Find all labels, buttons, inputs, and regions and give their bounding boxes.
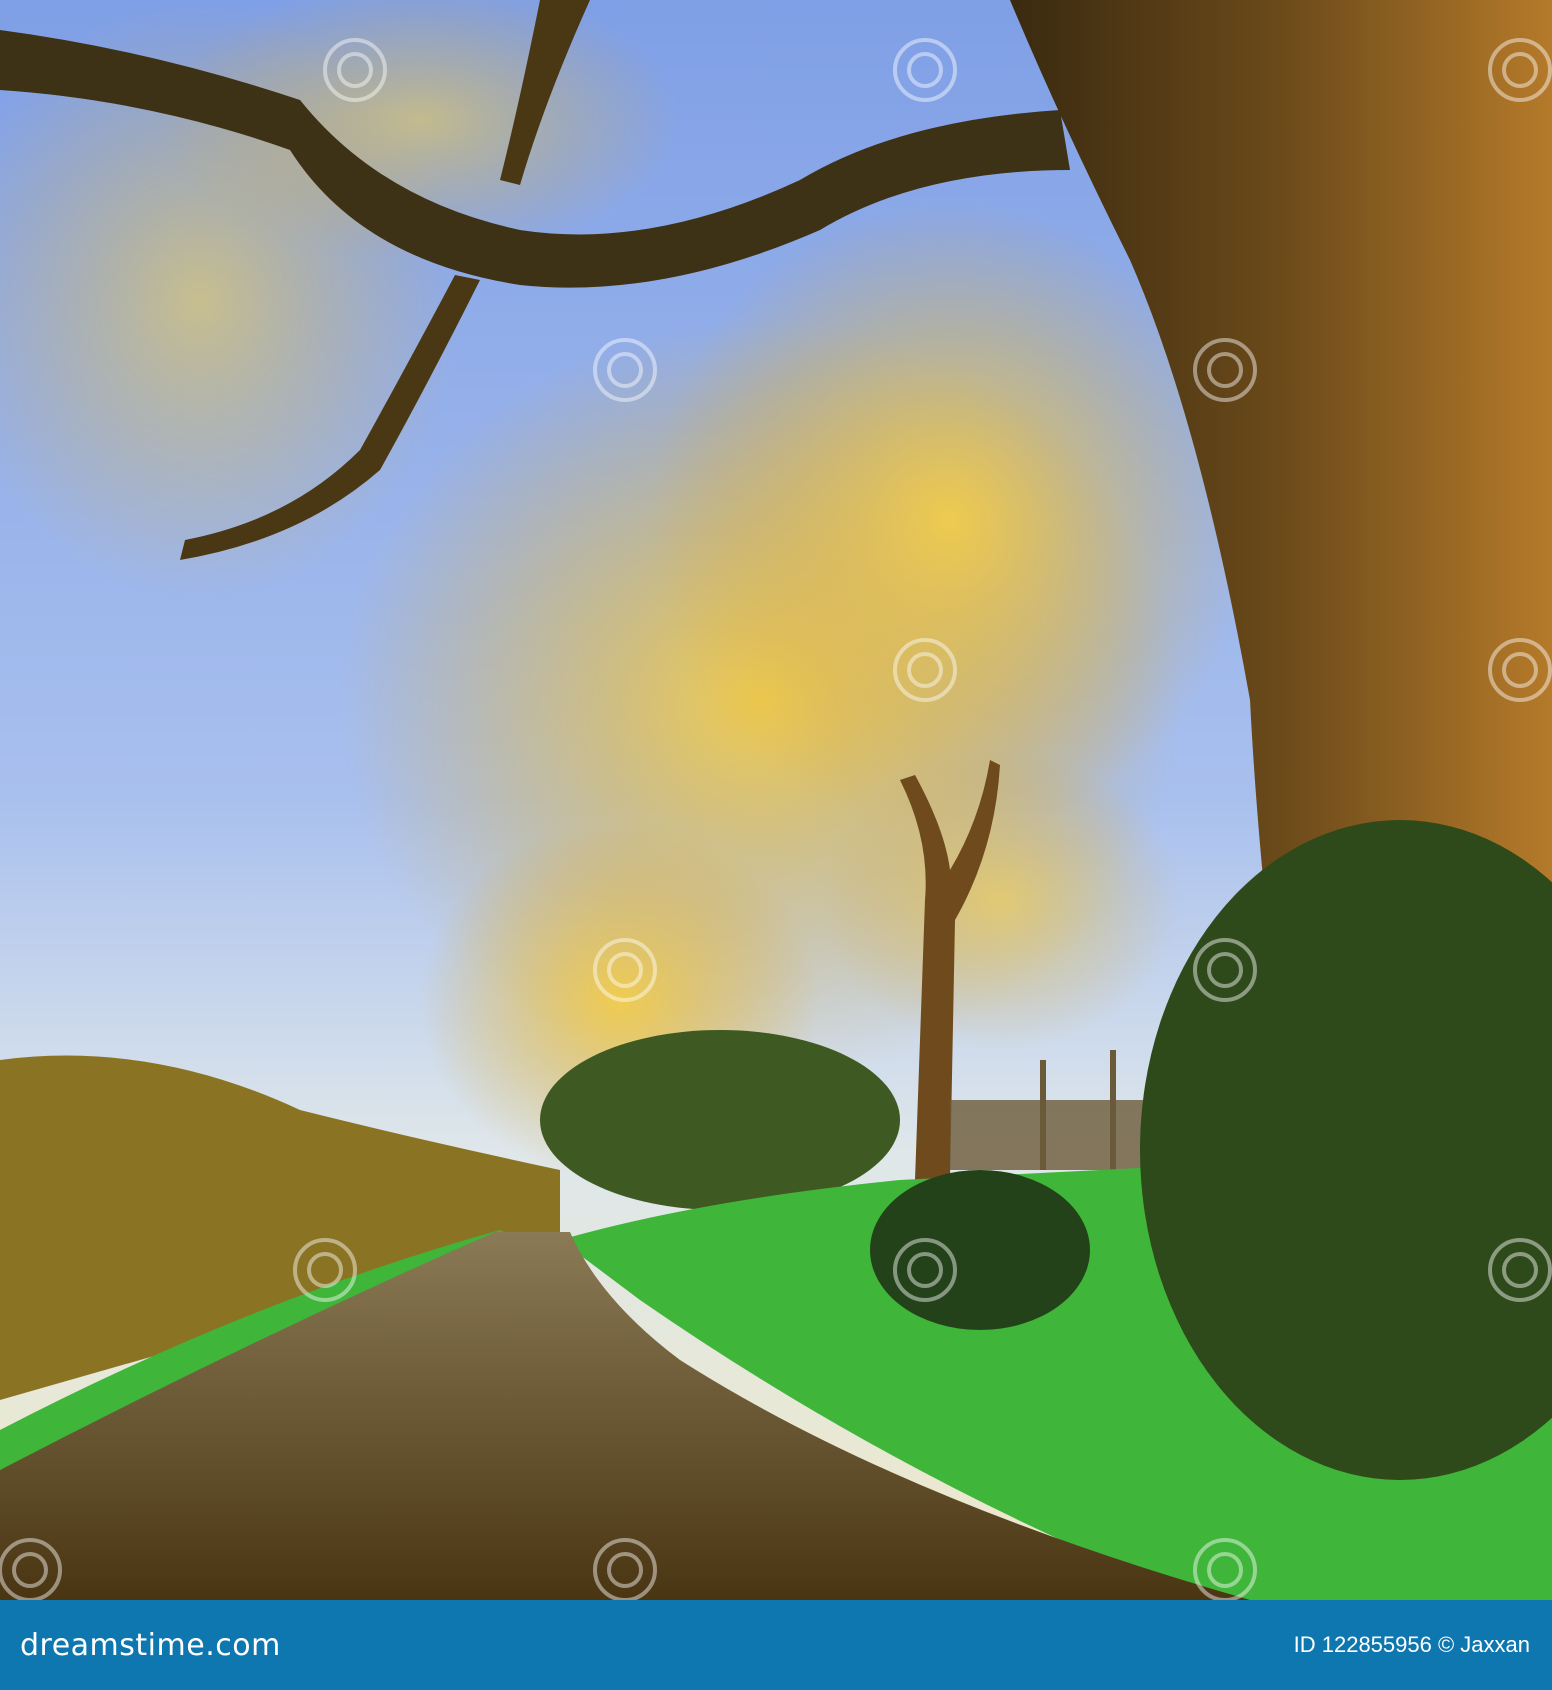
footer-bar: dreamstime.com ID 122855956 © Jaxxan: [0, 1600, 1552, 1690]
image-credit: ID 122855956 © Jaxxan: [1293, 1632, 1530, 1657]
landscape-photo: [0, 0, 1552, 1600]
dreamstime-logo[interactable]: dreamstime.com: [20, 1628, 281, 1663]
